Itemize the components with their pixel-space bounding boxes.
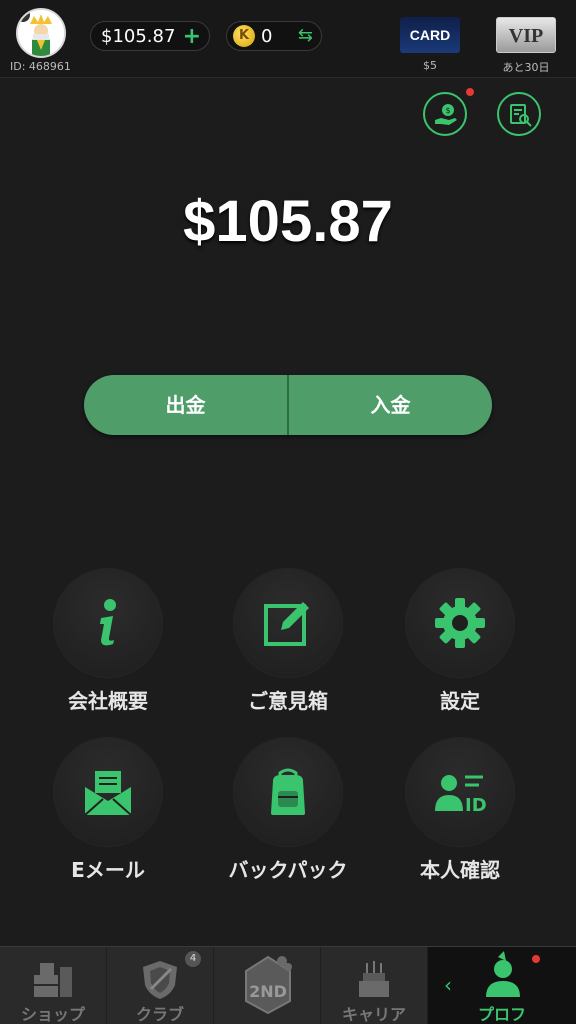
document-search-icon bbox=[510, 104, 532, 127]
info-icon bbox=[100, 599, 116, 646]
nav-label: プロフ bbox=[477, 1005, 526, 1024]
nav-club[interactable]: 4 クラブ bbox=[107, 947, 214, 1024]
nav-label: キャリア bbox=[341, 1005, 406, 1024]
cashier-button[interactable]: $ bbox=[423, 92, 467, 136]
history-button[interactable] bbox=[497, 92, 541, 136]
notification-dot bbox=[532, 955, 540, 963]
feature-circle bbox=[54, 569, 162, 677]
nav-label: ショップ bbox=[20, 1005, 85, 1024]
feature-verification[interactable]: ID 本人確認 bbox=[385, 738, 535, 883]
feature-circle bbox=[234, 738, 342, 846]
feature-settings[interactable]: 設定 bbox=[385, 569, 535, 714]
user-id: ID: 468961 bbox=[10, 60, 71, 73]
feature-feedback[interactable]: ご意見箱 bbox=[213, 569, 363, 714]
money-hand-icon: $ bbox=[435, 104, 457, 125]
deposit-button[interactable]: 入金 bbox=[289, 375, 492, 435]
feature-label: バックパック bbox=[228, 858, 348, 882]
nav-profile[interactable]: ‹ プロフ bbox=[428, 947, 576, 1024]
2nd-place-icon: 2ND bbox=[245, 955, 292, 1015]
feature-label: Eメール bbox=[71, 858, 145, 882]
career-cake-icon bbox=[359, 961, 389, 997]
club-shield-icon bbox=[143, 961, 177, 999]
feature-label: 本人確認 bbox=[420, 858, 500, 882]
header-balance: $105.87 bbox=[101, 25, 176, 47]
swap-icon[interactable]: ⇆ bbox=[298, 25, 313, 46]
nav-label: クラブ bbox=[135, 1005, 184, 1024]
feature-circle bbox=[234, 569, 342, 677]
feature-circle: ID bbox=[406, 738, 514, 846]
feature-email[interactable]: Eメール bbox=[33, 738, 183, 883]
backpack-icon bbox=[271, 768, 305, 815]
mail-icon bbox=[84, 771, 132, 816]
nav-ranking[interactable]: 2ND bbox=[214, 947, 321, 1024]
bottom-nav: ショップ 4 クラブ 2ND キャリア ‹ プロフ bbox=[0, 946, 576, 1024]
vip-button[interactable]: VIP bbox=[496, 17, 556, 53]
card-button[interactable]: CARD bbox=[400, 17, 460, 53]
feature-backpack[interactable]: バックパック bbox=[213, 738, 363, 883]
feature-label: 会社概要 bbox=[68, 689, 148, 713]
card-price: $5 bbox=[423, 59, 437, 72]
balance-pill[interactable]: $105.87 + bbox=[90, 21, 210, 51]
feature-label: 設定 bbox=[440, 689, 480, 713]
avatar[interactable]: V bbox=[16, 8, 66, 58]
notification-dot bbox=[466, 88, 474, 96]
nav-shop[interactable]: ショップ bbox=[0, 947, 107, 1024]
cashier-actions: 出金 入金 bbox=[84, 375, 492, 435]
coin-icon: K bbox=[233, 25, 255, 47]
add-funds-icon[interactable]: + bbox=[183, 24, 201, 49]
vip-level-badge: V bbox=[18, 10, 30, 22]
nav-career[interactable]: キャリア bbox=[321, 947, 428, 1024]
top-bar: V ID: 468961 $105.87 + K 0 ⇆ CARD $5 VIP… bbox=[0, 0, 576, 78]
feature-circle bbox=[406, 569, 514, 677]
id-card-icon: ID bbox=[435, 775, 487, 816]
coin-pill[interactable]: K 0 ⇆ bbox=[226, 21, 322, 51]
profile-icon bbox=[486, 951, 520, 997]
gear-icon bbox=[435, 598, 485, 648]
feature-circle bbox=[54, 738, 162, 846]
svg-text:2ND: 2ND bbox=[249, 982, 287, 1001]
svg-text:$: $ bbox=[445, 106, 450, 115]
chevron-left-icon[interactable]: ‹ bbox=[444, 973, 452, 997]
coin-count: 0 bbox=[261, 25, 273, 47]
club-badge: 4 bbox=[185, 951, 201, 967]
svg-text:ID: ID bbox=[465, 795, 487, 816]
feature-about[interactable]: 会社概要 bbox=[33, 569, 183, 714]
shop-icon bbox=[34, 963, 72, 997]
withdraw-button[interactable]: 出金 bbox=[84, 375, 287, 435]
edit-icon bbox=[264, 602, 309, 646]
main-balance: $105.87 bbox=[183, 189, 393, 254]
vip-remaining: あと30日 bbox=[502, 61, 550, 74]
feature-label: ご意見箱 bbox=[248, 689, 328, 713]
